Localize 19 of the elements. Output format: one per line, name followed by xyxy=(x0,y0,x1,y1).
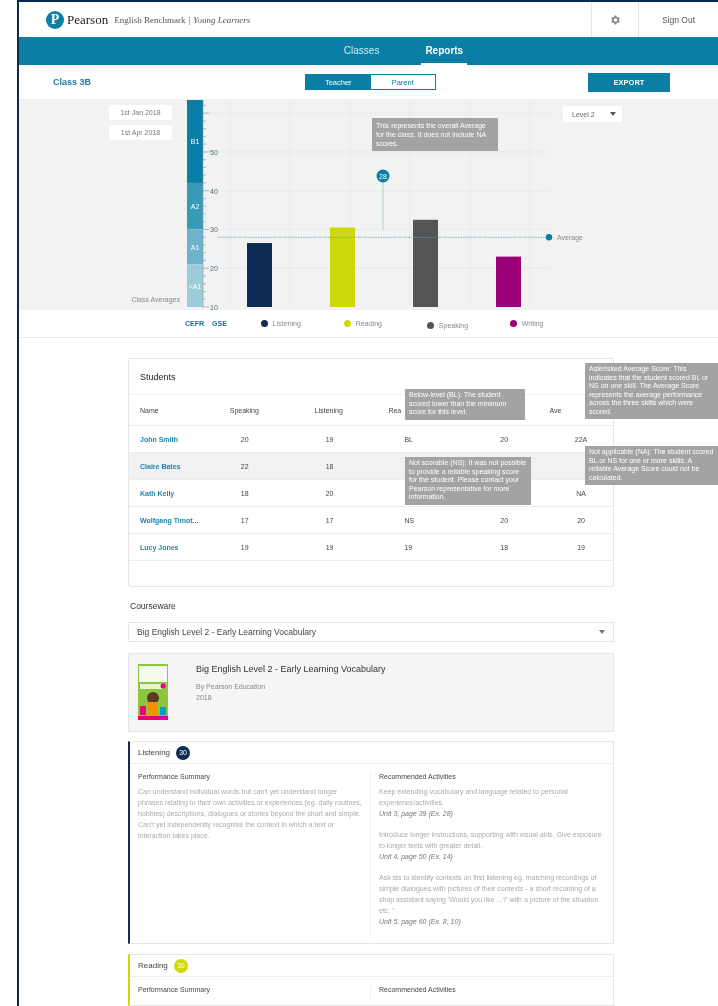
product-name: English Benchmark xyxy=(114,14,186,25)
logo-mark: P xyxy=(46,10,64,29)
caret-icon xyxy=(610,112,616,116)
section-title: Courseware xyxy=(129,601,177,611)
average-marker xyxy=(376,169,390,231)
brand-name: Pearson xyxy=(67,11,109,28)
cefr-band xyxy=(187,264,203,307)
cefr-band xyxy=(187,229,203,265)
nav-tab[interactable]: Classes xyxy=(339,37,384,65)
nav-tab[interactable]: Reports xyxy=(421,37,468,65)
skill-name: Reading xyxy=(138,961,168,970)
class-name: Class 3B xyxy=(53,77,93,87)
separator: | xyxy=(188,14,191,25)
courseware-dropdown[interactable]: Big English Level 2 - Early Learning Vocabulary xyxy=(128,622,614,642)
product-subtitle: Young Learners xyxy=(193,14,251,25)
book-title: Big English Level 2 - Early Learning Vocabulary xyxy=(196,664,386,674)
skill-name: Listening xyxy=(138,748,171,757)
caret-icon xyxy=(599,630,605,634)
settings-icon xyxy=(609,13,621,26)
